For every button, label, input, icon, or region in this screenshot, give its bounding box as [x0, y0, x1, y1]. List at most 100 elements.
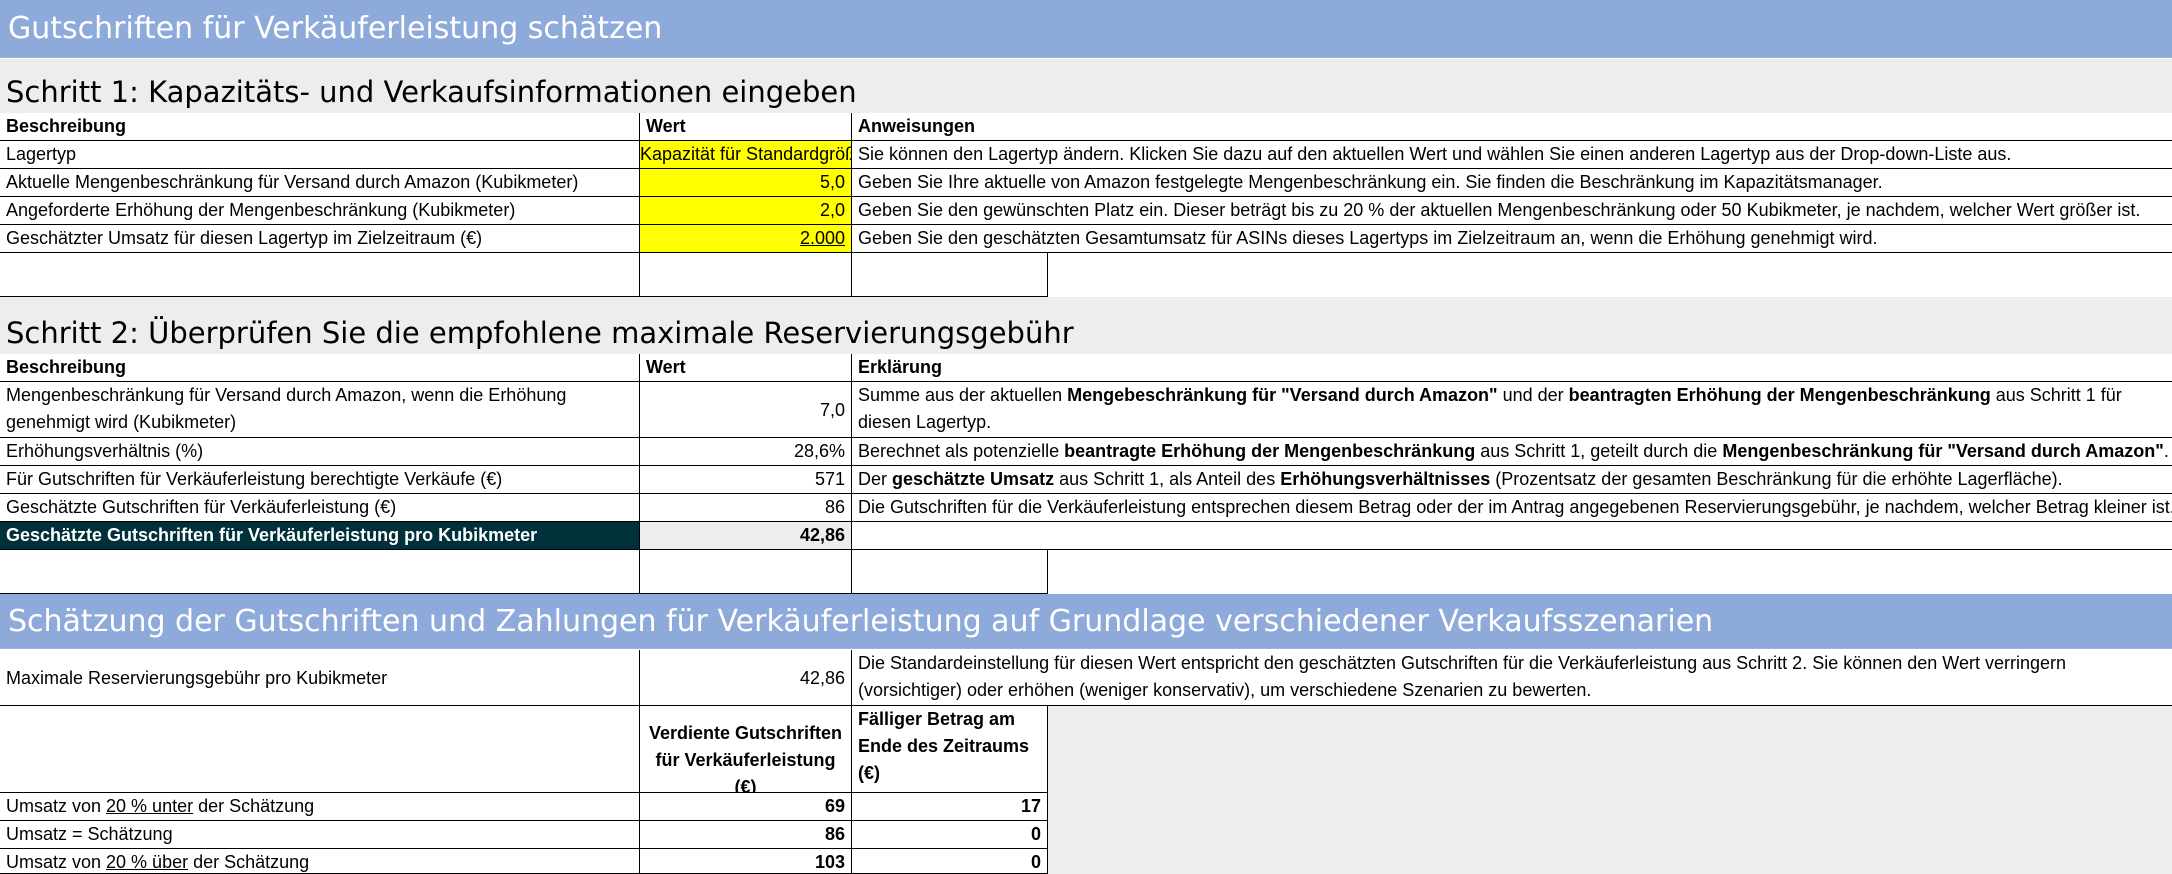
blank-cell — [0, 550, 640, 594]
requested-increase-input[interactable]: 2,0 — [640, 197, 852, 225]
credits-per-cubic-meter-value: 42,86 — [640, 522, 852, 550]
step2-header-value: Wert — [640, 354, 852, 382]
step2-row: Geschätzte Gutschriften für Verkäuferlei… — [0, 494, 2172, 522]
step1-row-desc: Geschätzter Umsatz für diesen Lagertyp i… — [0, 225, 640, 253]
scenario-label-text: Umsatz von — [6, 852, 107, 872]
scenario-row: Umsatz von 20 % über der Schätzung 103 0 — [0, 849, 2172, 874]
scenarios-title: Schätzung der Gutschriften und Zahlungen… — [0, 594, 2172, 649]
step1-row-instruction: Geben Sie Ihre aktuelle von Amazon festg… — [852, 169, 2172, 197]
scenario-label-text: Umsatz = Schätzung — [6, 824, 173, 844]
credits-per-cubic-meter-label: Geschätzte Gutschriften für Verkäuferlei… — [0, 522, 640, 550]
header-earned-credits: Verdiente Gutschriften für Verkäuferleis… — [640, 706, 852, 793]
step2-row: Mengenbeschränkung für Versand durch Ama… — [0, 382, 2172, 438]
step2-row-value: 86 — [640, 494, 852, 522]
main-title: Gutschriften für Verkäuferleistung schät… — [0, 0, 2172, 58]
spreadsheet: Gutschriften für Verkäuferleistung schät… — [0, 0, 2172, 874]
scenario-label: Umsatz von 20 % unter der Schätzung — [0, 793, 640, 821]
blank-cell — [852, 253, 1048, 297]
scenario-header-row: Verdiente Gutschriften für Verkäuferleis… — [0, 706, 2172, 793]
step2-row-desc: Mengenbeschränkung für Versand durch Ama… — [0, 382, 640, 438]
explanation-bold-text: Erhöhungsverhältnisses — [1280, 469, 1491, 489]
blank-row — [0, 550, 2172, 594]
header-amount-due: Fälliger Betrag am Ende des Zeitraums (€… — [852, 706, 1048, 793]
explanation-bold-text: beantragten Erhöhung der Mengenbeschränk… — [1568, 385, 1991, 405]
max-fee-label: Maximale Reservierungsgebühr pro Kubikme… — [0, 650, 640, 706]
scenario-label: Umsatz = Schätzung — [0, 821, 640, 849]
scenario-due: 17 — [852, 793, 1048, 821]
step2-row-explanation: Die Gutschriften für die Verkäuferleistu… — [852, 494, 2172, 522]
scenario-label-text: der Schätzung — [193, 796, 315, 816]
scenario-label-emph: 20 % unter — [106, 796, 194, 816]
step2-title: Schritt 2: Überprüfen Sie die empfohlene… — [0, 297, 2172, 354]
explanation-bold-text: geschätzte Umsatz — [892, 469, 1055, 489]
scenario-label-text: der Schätzung — [188, 852, 310, 872]
step1-row: Geschätzter Umsatz für diesen Lagertyp i… — [0, 225, 2172, 253]
step1-header-instr: Anweisungen — [852, 113, 2172, 141]
grey-area — [1048, 706, 2172, 793]
explanation-text: (Prozentsatz der gesamten Beschränkung f… — [1490, 469, 2063, 489]
step1-header-value: Wert — [640, 113, 852, 141]
scenario-row: Umsatz = Schätzung 86 0 — [0, 821, 2172, 849]
step2-row-explanation: Summe aus der aktuellen Mengebeschränkun… — [852, 382, 2172, 438]
scenario-due: 0 — [852, 821, 1048, 849]
blank-cell — [852, 550, 1048, 594]
step2-row-explanation: Berechnet als potenzielle beantragte Erh… — [852, 438, 2172, 466]
step2-row-explanation: Der geschätzte Umsatz aus Schritt 1, als… — [852, 466, 2172, 494]
scenario-label-text: Umsatz von — [6, 796, 107, 816]
grey-area — [1048, 849, 2172, 874]
step1-row-instruction: Geben Sie den geschätzten Gesamtumsatz f… — [852, 225, 2172, 253]
step1-header-row: Beschreibung Wert Anweisungen — [0, 113, 2172, 141]
scenario-credits: 86 — [640, 821, 852, 849]
step2-row: Erhöhungsverhältnis (%) 28,6% Berechnet … — [0, 438, 2172, 466]
explanation-text: Berechnet als potenzielle — [858, 441, 1065, 461]
explanation-text: Die Gutschriften für die Verkäuferleistu… — [858, 497, 2172, 517]
step2-summary-row: Geschätzte Gutschriften für Verkäuferlei… — [0, 522, 2172, 550]
step2-header-explanation: Erklärung — [852, 354, 2172, 382]
max-fee-row: Maximale Reservierungsgebühr pro Kubikme… — [0, 650, 2172, 706]
scenario-credits: 69 — [640, 793, 852, 821]
explanation-text: Summe aus der aktuellen — [858, 385, 1068, 405]
grey-area — [1048, 793, 2172, 821]
step2-header-row: Beschreibung Wert Erklärung — [0, 354, 2172, 382]
step2-row-desc: Erhöhungsverhältnis (%) — [0, 438, 640, 466]
step1-row: Angeforderte Erhöhung der Mengenbeschrän… — [0, 197, 2172, 225]
explanation-text: aus Schritt 1, als Anteil des — [1054, 469, 1281, 489]
blank-cell — [0, 253, 640, 297]
max-fee-input[interactable]: 42,86 — [640, 650, 852, 706]
explanation-text: und der — [1497, 385, 1569, 405]
step2-row-desc: Geschätzte Gutschriften für Verkäuferlei… — [0, 494, 640, 522]
step2-row-value: 7,0 — [640, 382, 852, 438]
scenario-credits: 103 — [640, 849, 852, 874]
step1-row: Aktuelle Mengenbeschränkung für Versand … — [0, 169, 2172, 197]
estimated-sales-input[interactable]: 2.000 — [640, 225, 852, 253]
max-fee-note: Die Standardeinstellung für diesen Wert … — [852, 650, 2172, 706]
step1-row-desc: Angeforderte Erhöhung der Mengenbeschrän… — [0, 197, 640, 225]
blank-cell — [640, 253, 852, 297]
step2-row-value: 28,6% — [640, 438, 852, 466]
step1-row-desc: Aktuelle Mengenbeschränkung für Versand … — [0, 169, 640, 197]
storage-type-select[interactable]: Kapazität für Standardgröße — [640, 141, 852, 169]
explanation-text: Der — [858, 469, 893, 489]
step1-title: Schritt 1: Kapazitäts- und Verkaufsinfor… — [0, 59, 2172, 113]
blank-cell — [0, 706, 640, 793]
step2-row: Für Gutschriften für Verkäuferleistung b… — [0, 466, 2172, 494]
scenario-row: Umsatz von 20 % unter der Schätzung 69 1… — [0, 793, 2172, 821]
step1-row-desc: Lagertyp — [0, 141, 640, 169]
scenario-label-emph: 20 % über — [106, 852, 189, 872]
blank-cell — [640, 550, 852, 594]
scenario-label: Umsatz von 20 % über der Schätzung — [0, 849, 640, 874]
blank-cell — [852, 522, 2172, 550]
explanation-text: . — [2163, 441, 2169, 461]
explanation-bold-text: beantragte Erhöhung der Mengenbeschränku… — [1064, 441, 1476, 461]
blank-row — [0, 253, 2172, 297]
step1-row: Lagertyp Kapazität für Standardgröße Sie… — [0, 141, 2172, 169]
current-limit-input[interactable]: 5,0 — [640, 169, 852, 197]
explanation-bold-text: Mengenbeschränkung für "Versand durch Am… — [1722, 441, 2164, 461]
explanation-text: aus Schritt 1, geteilt durch die — [1475, 441, 1723, 461]
step1-header-desc: Beschreibung — [0, 113, 640, 141]
explanation-bold-text: Mengebeschränkung für "Versand durch Ama… — [1067, 385, 1498, 405]
scenario-due: 0 — [852, 849, 1048, 874]
grey-area — [1048, 821, 2172, 849]
step2-header-desc: Beschreibung — [0, 354, 640, 382]
step2-row-value: 571 — [640, 466, 852, 494]
